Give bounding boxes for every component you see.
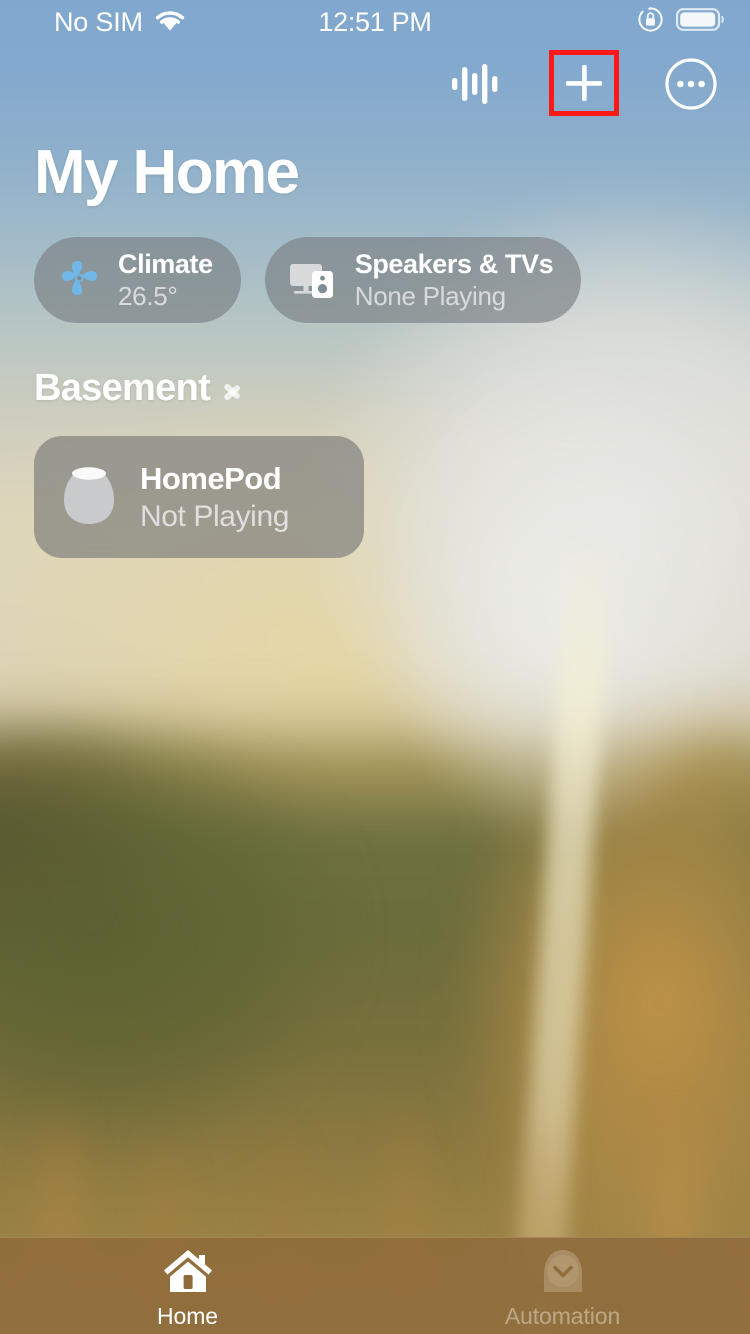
- tab-automation-label: Automation: [504, 1302, 621, 1329]
- more-options-button[interactable]: [662, 57, 720, 111]
- homepod-status: Not Playing: [140, 499, 290, 533]
- status-bar-right: [637, 6, 726, 38]
- page-title: My Home: [34, 138, 300, 207]
- tab-home[interactable]: Home: [0, 1238, 375, 1334]
- tv-speaker-icon: [287, 255, 339, 306]
- room-name: Basement: [34, 367, 211, 410]
- homepod-icon: [56, 460, 122, 535]
- status-card-row: Climate 26.5° Speakers & TVs None Playin…: [34, 237, 750, 324]
- accessory-tile-homepod[interactable]: HomePod Not Playing: [34, 436, 364, 559]
- wallpaper-grass-stalks: [0, 960, 750, 1281]
- house-icon: [162, 1247, 214, 1300]
- tab-automation[interactable]: Automation: [375, 1238, 750, 1334]
- status-bar: No SIM 12:51 PM: [0, 0, 750, 44]
- navigation-bar: [0, 50, 750, 118]
- waveform-icon[interactable]: [443, 56, 509, 112]
- battery-icon: [675, 7, 726, 37]
- tab-bar: Home Automation: [0, 1237, 750, 1334]
- room-header-basement[interactable]: Basement: [34, 367, 750, 410]
- add-accessory-button[interactable]: [549, 50, 619, 116]
- climate-temperature: 26.5°: [118, 281, 178, 312]
- chevron-right-icon: [224, 375, 242, 405]
- rotation-lock-icon: [637, 6, 664, 38]
- climate-title: Climate: [118, 248, 213, 279]
- homepod-text: HomePod Not Playing: [140, 460, 289, 535]
- automation-clock-icon: [537, 1247, 589, 1300]
- homepod-name: HomePod: [140, 460, 282, 496]
- speakers-status: None Playing: [354, 281, 506, 312]
- status-card-speakers-tvs[interactable]: Speakers & TVs None Playing: [264, 237, 582, 324]
- home-content: My Home Climate 26.5° Speakers & TVs Non…: [0, 118, 750, 559]
- speakers-title: Speakers & TVs: [354, 248, 554, 279]
- climate-card-text: Climate 26.5°: [118, 248, 213, 313]
- status-card-climate[interactable]: Climate 26.5°: [34, 237, 241, 324]
- speakers-card-text: Speakers & TVs None Playing: [355, 248, 554, 313]
- fan-icon: [56, 255, 102, 306]
- home-app-screen: No SIM 12:51 PM My Home Climate 26.5° Sp…: [0, 0, 750, 1334]
- tab-home-label: Home: [157, 1302, 218, 1329]
